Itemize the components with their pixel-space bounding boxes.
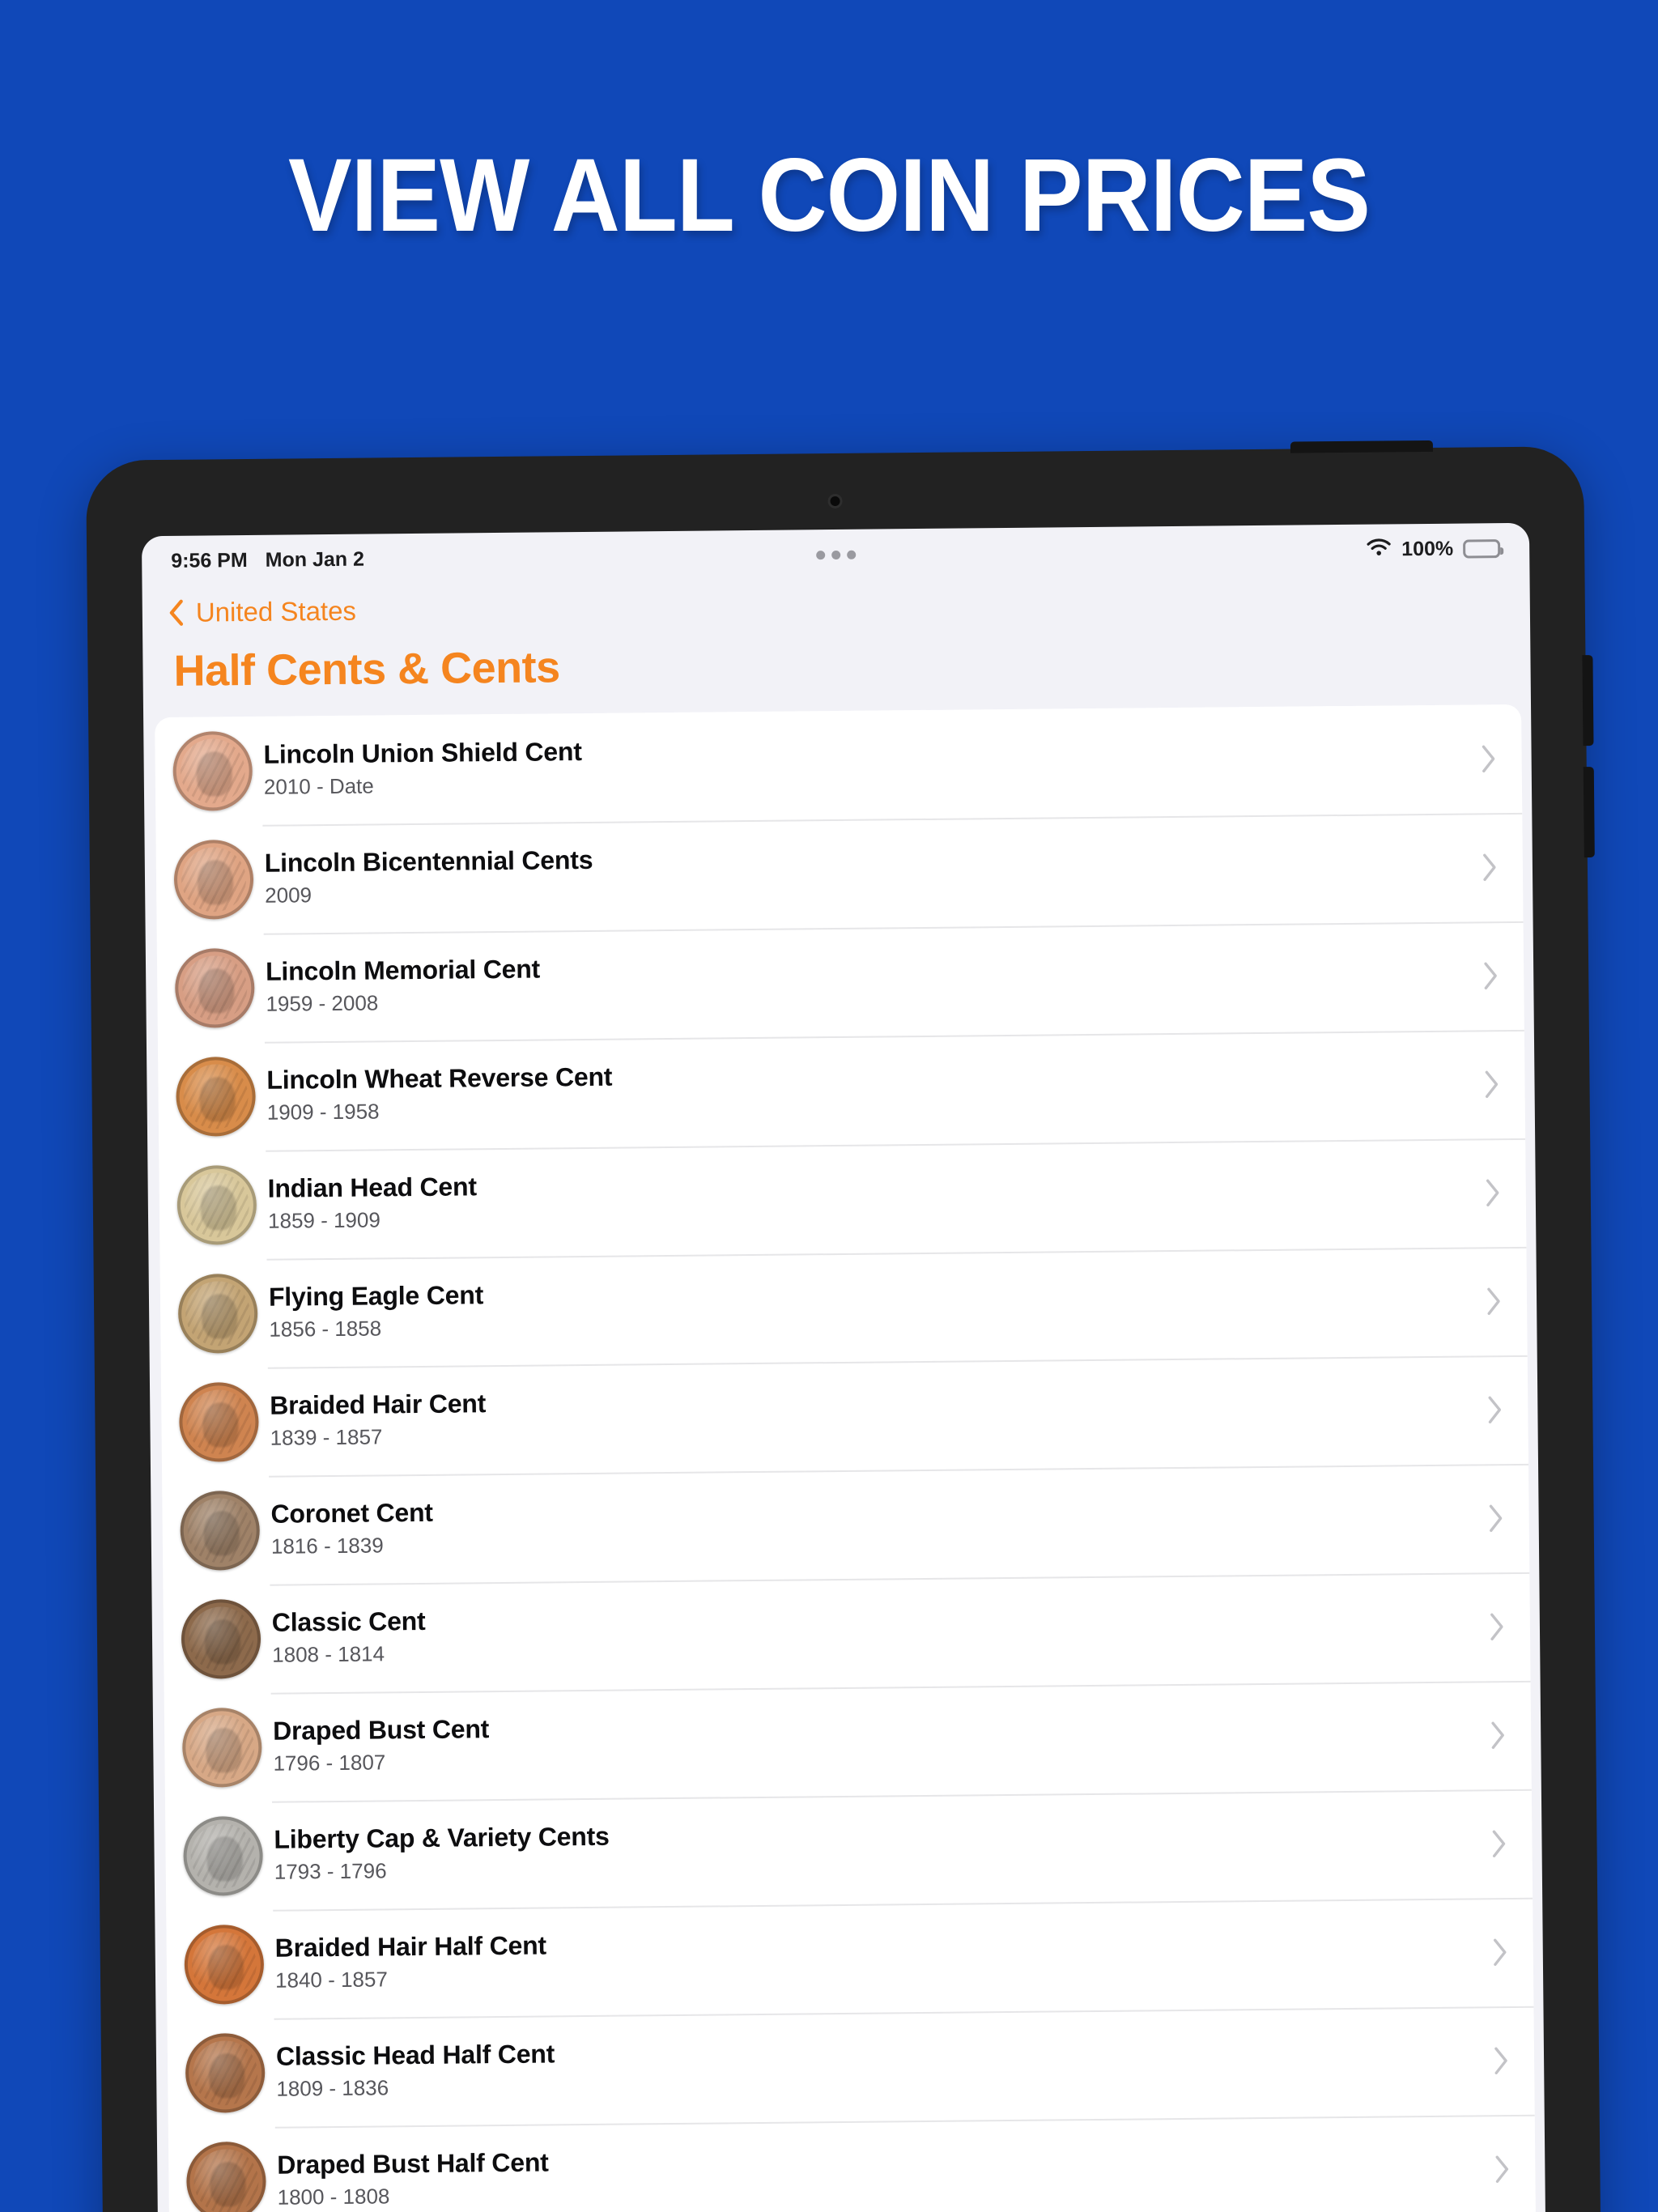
- chevron-right-icon[interactable]: [1479, 743, 1497, 774]
- list-item-text: Lincoln Memorial Cent 1959 - 2008: [266, 945, 1482, 1019]
- chevron-right-icon[interactable]: [1482, 960, 1499, 991]
- list-item-text: Braided Hair Cent 1839 - 1857: [270, 1379, 1486, 1453]
- page-title: Half Cents & Cents: [173, 643, 560, 696]
- list-item[interactable]: Lincoln Wheat Reverse Cent 1909 - 1958: [158, 1030, 1525, 1151]
- chevron-right-icon[interactable]: [1493, 2154, 1511, 2184]
- list-item-text: Lincoln Union Shield Cent 2010 - Date: [263, 728, 1480, 802]
- list-item[interactable]: Flying Eagle Cent 1856 - 1858: [160, 1247, 1528, 1368]
- coin-lincoln-memorial: [174, 947, 255, 1028]
- chevron-right-icon[interactable]: [1485, 1286, 1503, 1317]
- chevron-right-icon[interactable]: [1488, 1611, 1506, 1642]
- list-item-text: Classic Head Half Cent 1809 - 1836: [276, 2030, 1493, 2104]
- back-button-label: United States: [195, 595, 357, 627]
- front-camera-icon: [827, 493, 843, 509]
- coin-lincoln-wheat: [176, 1056, 257, 1137]
- coin-flying-eagle: [177, 1273, 258, 1354]
- status-bar-right: 100%: [1366, 536, 1501, 563]
- multitask-dot-icon: [815, 550, 825, 559]
- power-button[interactable]: [1290, 440, 1434, 453]
- list-item-text: Liberty Cap & Variety Cents 1793 - 1796: [274, 1813, 1490, 1887]
- coin-classic-cent: [181, 1598, 261, 1679]
- coin-lincoln-union-shield: [172, 730, 253, 811]
- chevron-right-icon[interactable]: [1481, 852, 1499, 883]
- chevron-right-icon[interactable]: [1490, 1828, 1507, 1859]
- list-item[interactable]: Lincoln Memorial Cent 1959 - 2008: [157, 921, 1524, 1043]
- list-item[interactable]: Classic Head Half Cent 1809 - 1836: [168, 2006, 1535, 2128]
- list-item[interactable]: Classic Cent 1808 - 1814: [163, 1572, 1530, 1694]
- status-date: Mon Jan 2: [265, 547, 365, 572]
- list-item-text: Coronet Cent 1816 - 1839: [270, 1487, 1487, 1562]
- list-item-text: Braided Hair Half Cent 1840 - 1857: [275, 1921, 1492, 1996]
- list-item-text: Classic Cent 1808 - 1814: [272, 1596, 1489, 1670]
- list-item[interactable]: Lincoln Bicentennial Cents 2009: [155, 813, 1523, 934]
- coin-classic-head-half-cent: [185, 2032, 266, 2113]
- list-item[interactable]: Indian Head Cent 1859 - 1909: [159, 1138, 1526, 1260]
- list-item[interactable]: Draped Bust Cent 1796 - 1807: [164, 1681, 1532, 1802]
- coin-draped-bust-cent: [181, 1707, 262, 1788]
- coin-liberty-cap-cent: [183, 1815, 264, 1896]
- battery-percent-label: 100%: [1401, 537, 1454, 560]
- list-item-text: Lincoln Bicentennial Cents 2009: [265, 836, 1482, 911]
- multitask-dot-icon: [846, 550, 856, 559]
- volume-up-button[interactable]: [1582, 655, 1594, 747]
- list-item[interactable]: Coronet Cent 1816 - 1839: [162, 1464, 1529, 1585]
- coin-series-list: Lincoln Union Shield Cent 2010 - Date Linc…: [155, 704, 1537, 2212]
- coin-braided-hair-half-cent: [184, 1924, 265, 2005]
- chevron-right-icon[interactable]: [1484, 1177, 1502, 1208]
- chevron-right-icon[interactable]: [1482, 1069, 1500, 1100]
- list-item[interactable]: Braided Hair Cent 1839 - 1857: [161, 1355, 1528, 1477]
- chevron-right-icon[interactable]: [1486, 1394, 1503, 1425]
- list-item-text: Draped Bust Half Cent 1800 - 1808: [277, 2138, 1494, 2212]
- list-item-text: Indian Head Cent 1859 - 1909: [268, 1162, 1485, 1236]
- list-item-text: Lincoln Wheat Reverse Cent 1909 - 1958: [266, 1053, 1483, 1128]
- chevron-right-icon[interactable]: [1489, 1720, 1507, 1750]
- battery-full-icon: [1463, 538, 1501, 559]
- list-item-text: Draped Bust Cent 1796 - 1807: [273, 1704, 1490, 1779]
- chevron-right-icon[interactable]: [1492, 2045, 1510, 2076]
- list-item[interactable]: Lincoln Union Shield Cent 2010 - Date: [155, 704, 1522, 826]
- list-item[interactable]: Draped Bust Half Cent 1800 - 1808: [168, 2115, 1536, 2212]
- wifi-icon: [1366, 537, 1392, 562]
- list-item[interactable]: Liberty Cap & Variety Cents 1793 - 1796: [165, 1789, 1533, 1911]
- device-bezel: 9:56 PM Mon Jan 2 100% United States Hal…: [86, 440, 1602, 2212]
- coin-lincoln-bicentennial: [173, 839, 254, 920]
- chevron-right-icon[interactable]: [1491, 1937, 1509, 1967]
- coin-braided-hair-cent: [178, 1381, 259, 1462]
- status-time: 9:56 PM: [171, 548, 248, 572]
- volume-down-button[interactable]: [1583, 767, 1595, 858]
- list-item[interactable]: Braided Hair Half Cent 1840 - 1857: [166, 1898, 1533, 2019]
- status-bar-left: 9:56 PM Mon Jan 2: [171, 547, 364, 572]
- chevron-right-icon[interactable]: [1486, 1503, 1504, 1534]
- device-screen: 9:56 PM Mon Jan 2 100% United States Hal…: [141, 522, 1548, 2212]
- chevron-left-icon: [168, 599, 185, 627]
- coin-draped-bust-half-cent: [185, 2141, 266, 2212]
- multitask-dot-icon: [831, 550, 840, 559]
- coin-indian-head: [176, 1164, 257, 1245]
- coin-coronet-cent: [180, 1490, 261, 1571]
- list-item-text: Flying Eagle Cent 1856 - 1858: [269, 1270, 1486, 1345]
- tablet-device-mockup: 9:56 PM Mon Jan 2 100% United States Hal…: [86, 440, 1602, 2212]
- promo-headline: VIEW ALL COIN PRICES: [288, 138, 1371, 253]
